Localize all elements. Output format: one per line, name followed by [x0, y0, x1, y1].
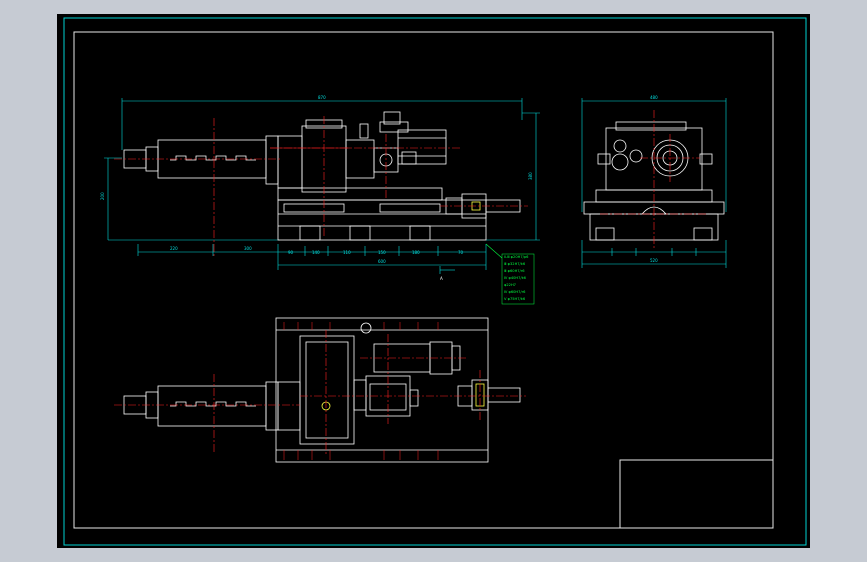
- note-7: Ⅴ φ75H7/k6: [504, 297, 526, 301]
- note-5: φ22H7: [504, 283, 516, 287]
- dim-front-height: 380: [528, 172, 533, 180]
- dim-front-seg4: 140: [312, 250, 320, 255]
- cad-viewport[interactable]: 870 380 200 220 300 90 140 110 150 180 7…: [0, 0, 867, 562]
- note-4: Ⅳ φ40H7/k6: [504, 276, 527, 280]
- dim-front-seg7: 180: [412, 250, 420, 255]
- note-2: Ⅲ φ32H7/k6: [504, 262, 526, 266]
- dim-side-bottom: 520: [650, 258, 658, 263]
- drawing-svg: 870 380 200 220 300 90 140 110 150 180 7…: [57, 14, 810, 548]
- note-6: Ⅳ φ60H7/r6: [504, 290, 526, 294]
- note-1: Ⅱ-Ⅲ φ20H7/p6: [504, 255, 529, 259]
- dim-front-seg6: 150: [378, 250, 386, 255]
- dim-front-seg1: 220: [170, 246, 178, 251]
- dim-front-left-height: 200: [100, 192, 105, 200]
- dim-front-overall: 870: [318, 95, 326, 100]
- dim-front-seg8: 70: [458, 250, 464, 255]
- dim-front-seg2: 300: [244, 246, 252, 251]
- dim-side-top: 480: [650, 95, 658, 100]
- note-3: Ⅲ φ60H7/r6: [504, 269, 525, 273]
- dim-front-seg5: 110: [343, 250, 351, 255]
- dim-front-base: 600: [378, 259, 386, 264]
- dim-front-seg3: 90: [288, 250, 294, 255]
- section-mark: A: [440, 276, 443, 281]
- model-space-canvas: [57, 14, 810, 548]
